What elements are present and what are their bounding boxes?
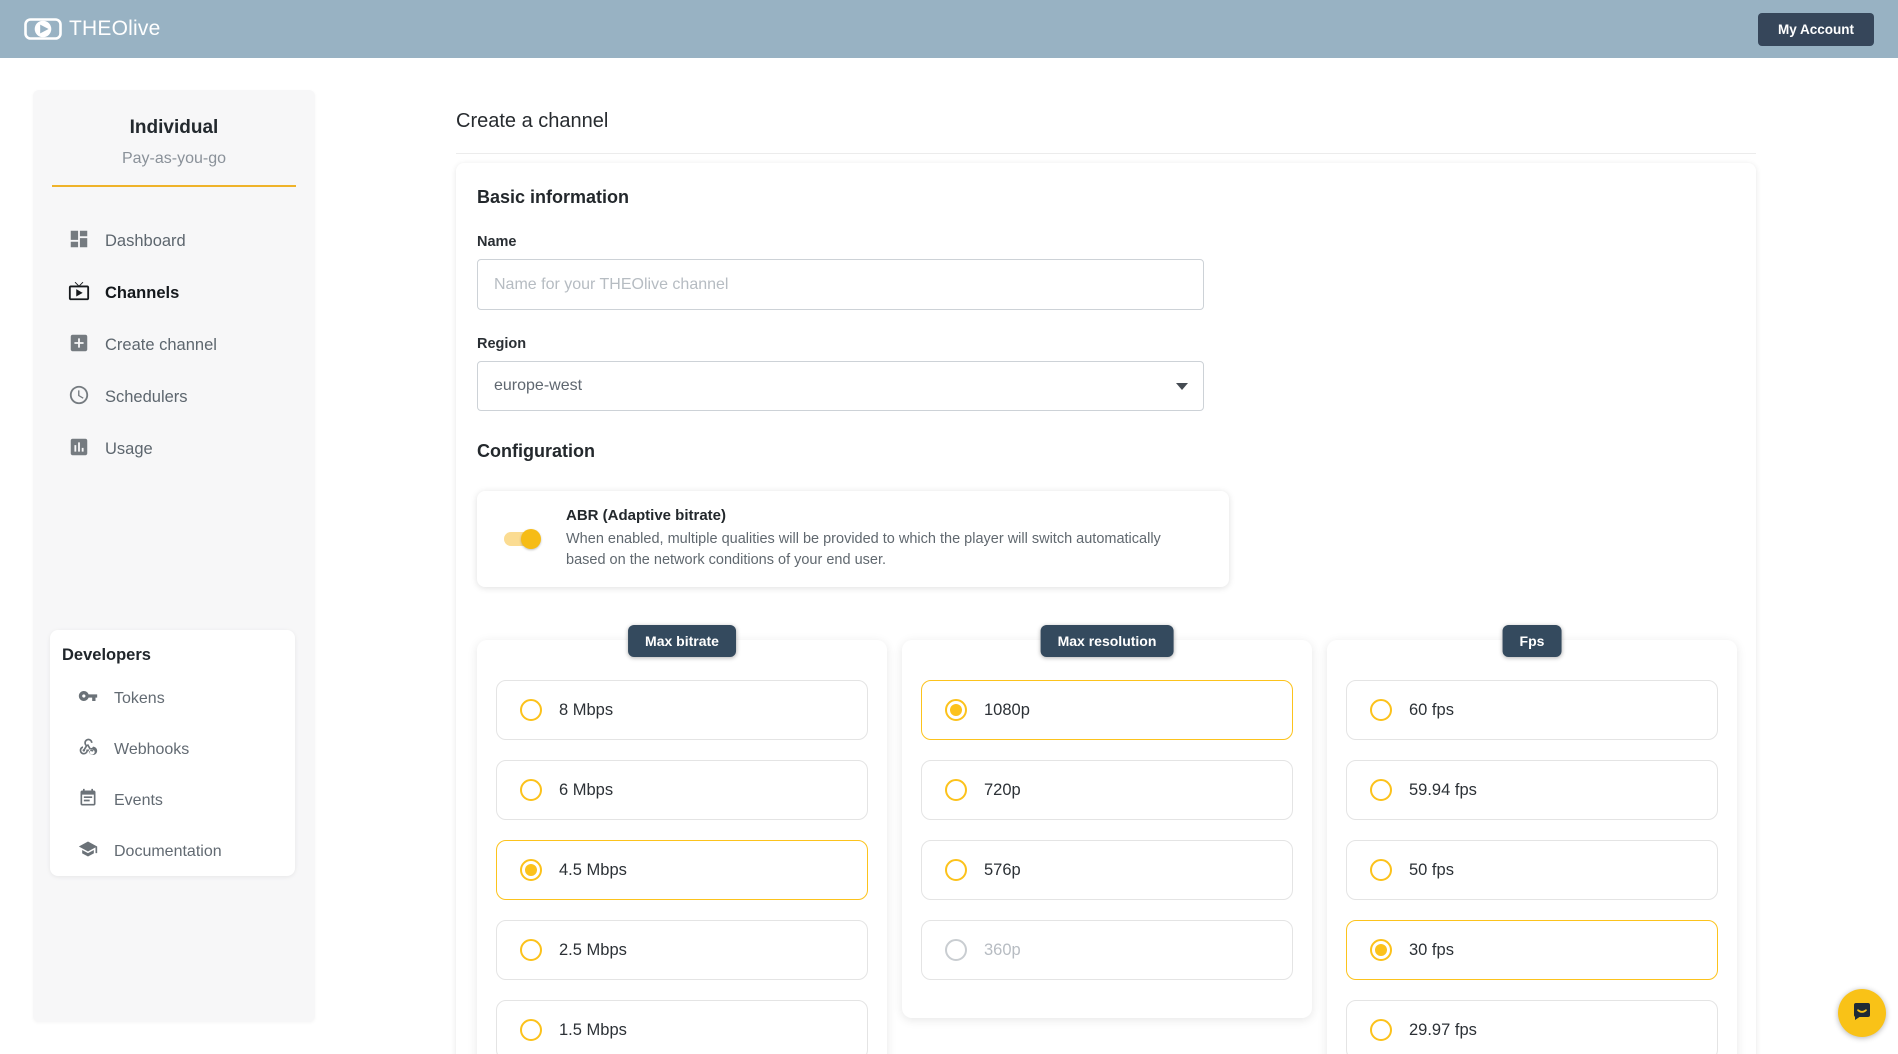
- sidebar-item-events[interactable]: Events: [50, 775, 295, 826]
- sidebar-item-documentation[interactable]: Documentation: [50, 826, 295, 877]
- radio-disabled-icon: [945, 939, 967, 961]
- abr-toggle[interactable]: [504, 529, 541, 549]
- radio-icon: [945, 779, 967, 801]
- my-account-button[interactable]: My Account: [1758, 13, 1874, 46]
- option-4-5mbps[interactable]: 4.5 Mbps: [496, 840, 868, 900]
- radio-checked-icon: [945, 699, 967, 721]
- channel-name-input[interactable]: [477, 259, 1204, 310]
- max-bitrate-pill: Max bitrate: [628, 625, 736, 657]
- region-value: europe-west: [494, 377, 582, 395]
- radio-icon: [520, 1019, 542, 1041]
- sidebar-item-label: Schedulers: [105, 388, 188, 407]
- sidebar-item-dashboard[interactable]: Dashboard: [33, 215, 315, 267]
- max-resolution-column: Max resolution 1080p 720p 576p 360p: [902, 640, 1312, 1018]
- option-6mbps[interactable]: 6 Mbps: [496, 760, 868, 820]
- sidebar-item-label: Usage: [105, 440, 153, 459]
- clock-icon: [68, 384, 90, 411]
- basic-information-title: Basic information: [477, 187, 1756, 208]
- fps-column: Fps 60 fps 59.94 fps 50 fps 30 fps: [1327, 640, 1737, 1054]
- option-29-97fps[interactable]: 29.97 fps: [1346, 1000, 1718, 1054]
- abr-title: ABR (Adaptive bitrate): [566, 507, 1184, 524]
- sidebar-item-schedulers[interactable]: Schedulers: [33, 371, 315, 423]
- abr-description: When enabled, multiple qualities will be…: [566, 529, 1184, 571]
- sidebar: Individual Pay-as-you-go Dashboard Chann…: [33, 90, 315, 1022]
- radio-checked-icon: [520, 859, 542, 881]
- create-channel-form: Basic information Name Region europe-wes…: [456, 163, 1756, 1054]
- chat-bubble-icon: [1850, 999, 1874, 1028]
- tv-icon: [68, 280, 90, 307]
- plan-divider: [52, 185, 296, 187]
- radio-icon: [1370, 859, 1392, 881]
- fps-pill: Fps: [1503, 625, 1562, 657]
- chevron-down-icon: [1176, 383, 1188, 390]
- chat-launcher-button[interactable]: [1838, 989, 1886, 1037]
- radio-icon: [1370, 1019, 1392, 1041]
- bar-chart-icon: [68, 436, 90, 463]
- developers-card: Developers Tokens Webhooks: [50, 630, 295, 876]
- calendar-icon: [78, 788, 98, 813]
- radio-icon: [520, 779, 542, 801]
- dev-item-label: Tokens: [114, 690, 165, 708]
- developers-title: Developers: [62, 646, 295, 665]
- region-label: Region: [477, 336, 1756, 352]
- brand-logo[interactable]: THEOlive: [24, 17, 160, 41]
- radio-icon: [945, 859, 967, 881]
- page-title: Create a channel: [456, 110, 608, 133]
- option-576p[interactable]: 576p: [921, 840, 1293, 900]
- dev-item-label: Documentation: [114, 843, 222, 861]
- plus-square-icon: [68, 332, 90, 359]
- sidebar-nav: Dashboard Channels Create channel Schedu…: [33, 215, 315, 475]
- option-360p: 360p: [921, 920, 1293, 980]
- sidebar-item-label: Create channel: [105, 336, 217, 355]
- app-window: THEOlive My Account Individual Pay-as-yo…: [0, 0, 1898, 1054]
- dev-item-label: Events: [114, 792, 163, 810]
- option-60fps[interactable]: 60 fps: [1346, 680, 1718, 740]
- sidebar-item-label: Channels: [105, 284, 179, 303]
- dev-item-label: Webhooks: [114, 741, 189, 759]
- key-icon: [78, 686, 98, 711]
- option-1-5mbps[interactable]: 1.5 Mbps: [496, 1000, 868, 1054]
- sidebar-item-channels[interactable]: Channels: [33, 267, 315, 319]
- radio-icon: [1370, 779, 1392, 801]
- option-59-94fps[interactable]: 59.94 fps: [1346, 760, 1718, 820]
- option-2-5mbps[interactable]: 2.5 Mbps: [496, 920, 868, 980]
- max-bitrate-column: Max bitrate 8 Mbps 6 Mbps 4.5 Mbps 2.5 M…: [477, 640, 887, 1054]
- toggle-thumb: [521, 529, 541, 549]
- sidebar-item-label: Dashboard: [105, 232, 186, 251]
- abr-card: ABR (Adaptive bitrate) When enabled, mul…: [477, 491, 1229, 587]
- sidebar-item-webhooks[interactable]: Webhooks: [50, 724, 295, 775]
- sidebar-item-create-channel[interactable]: Create channel: [33, 319, 315, 371]
- configuration-columns: Max bitrate 8 Mbps 6 Mbps 4.5 Mbps 2.5 M…: [477, 640, 1756, 1054]
- radio-icon: [1370, 699, 1392, 721]
- top-header: THEOlive My Account: [0, 0, 1898, 58]
- webhook-icon: [78, 737, 98, 762]
- dashboard-icon: [68, 228, 90, 255]
- radio-checked-icon: [1370, 939, 1392, 961]
- title-divider: [456, 153, 1756, 154]
- region-select[interactable]: europe-west: [477, 361, 1204, 411]
- sidebar-item-usage[interactable]: Usage: [33, 423, 315, 475]
- option-30fps[interactable]: 30 fps: [1346, 920, 1718, 980]
- radio-icon: [520, 699, 542, 721]
- brand-name: THEOlive: [69, 17, 160, 41]
- sidebar-item-tokens[interactable]: Tokens: [50, 673, 295, 724]
- plan-type: Pay-as-you-go: [33, 150, 315, 168]
- option-720p[interactable]: 720p: [921, 760, 1293, 820]
- radio-icon: [520, 939, 542, 961]
- option-50fps[interactable]: 50 fps: [1346, 840, 1718, 900]
- name-label: Name: [477, 234, 1756, 250]
- max-resolution-pill: Max resolution: [1041, 625, 1174, 657]
- plan-name: Individual: [33, 117, 315, 139]
- play-logo-icon: [24, 18, 62, 40]
- school-icon: [78, 839, 98, 864]
- option-8mbps[interactable]: 8 Mbps: [496, 680, 868, 740]
- configuration-title: Configuration: [477, 441, 1756, 462]
- option-1080p[interactable]: 1080p: [921, 680, 1293, 740]
